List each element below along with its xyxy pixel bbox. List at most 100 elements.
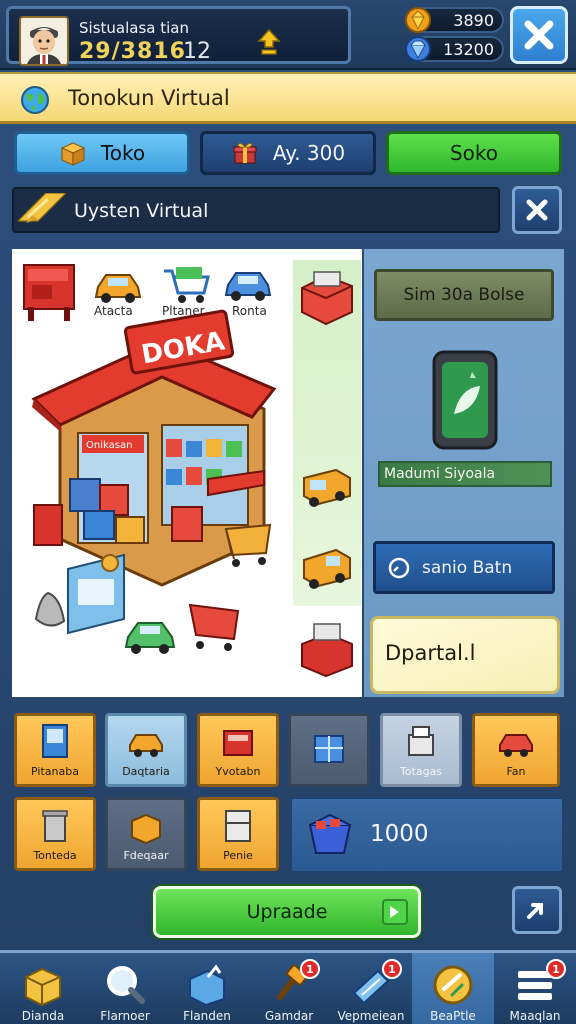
- item-card[interactable]: [430, 348, 500, 452]
- cart-icon: [224, 523, 272, 567]
- card-label: Madumi Siyoala: [378, 461, 552, 487]
- player-name: Sistualasa tian: [79, 19, 189, 37]
- item-tile-3-label: Yvotabn: [215, 765, 261, 778]
- nav-item-flanden[interactable]: Flanden: [166, 953, 248, 1024]
- nav-item-dianda[interactable]: Dianda: [2, 953, 84, 1024]
- nav-item-maaqlan[interactable]: Maaqlan 1: [494, 953, 576, 1024]
- player-avatar[interactable]: [19, 16, 69, 66]
- item-tile-5-label: Totagas: [399, 765, 443, 778]
- next-arrow-icon: [527, 903, 543, 919]
- arrow-right-icon: [382, 899, 408, 925]
- level-up-icon[interactable]: [257, 27, 281, 57]
- appliance-icon: [225, 810, 251, 842]
- leaf-card-icon: [432, 350, 498, 450]
- vending-icon: [42, 724, 68, 758]
- vehicle-label-1: Atacta: [94, 304, 133, 318]
- item-tile-1[interactable]: Pitanaba: [14, 713, 96, 787]
- upgrade-label: Upraade: [246, 901, 328, 923]
- item-tile-6[interactable]: Fan: [472, 713, 560, 787]
- item-tile-2[interactable]: Daqtaria: [105, 713, 187, 787]
- sim-bolse-button[interactable]: Sim 30a Bolse: [374, 269, 554, 321]
- box-icon: [60, 142, 86, 166]
- nav-label-beaptle: BeaPtle: [430, 1009, 476, 1023]
- item-tile-9[interactable]: Penie: [197, 797, 279, 871]
- close-icon: [526, 199, 548, 221]
- kiosk-item[interactable]: [296, 264, 358, 330]
- item-tile-8[interactable]: Fdeqaar: [105, 797, 187, 871]
- trolley-icon: [188, 603, 240, 651]
- food-truck-item[interactable]: [296, 452, 358, 518]
- upgrade-button[interactable]: Upraade: [153, 886, 421, 938]
- player-panel[interactable]: Sistualasa tian 29/3816 12: [6, 6, 351, 66]
- sanio-batn-label: sanio Batn: [422, 557, 513, 578]
- count-value: 1000: [370, 821, 429, 847]
- sack-icon: [34, 591, 66, 627]
- display-case-icon: [314, 735, 344, 763]
- van-icon: [303, 548, 351, 589]
- vending-machine-icon: [67, 553, 125, 635]
- item-tile-4[interactable]: [288, 713, 370, 787]
- trash-bin-icon: [42, 810, 68, 842]
- blue-gem-icon: [404, 34, 432, 64]
- tab-day-label: Ay. 300: [272, 141, 346, 165]
- nav-item-flarnoer[interactable]: Flarnoer: [84, 953, 166, 1024]
- page-title: Tonokun Virtual: [68, 86, 230, 110]
- tab-soko-label: Soko: [449, 141, 499, 165]
- gem-value: 13200: [443, 40, 494, 59]
- nav-item-vepmeiean[interactable]: Vepmeiean 1: [330, 953, 412, 1024]
- nav-label-maaqlan: Maaqlan: [509, 1009, 561, 1023]
- player-stat: 29/3816: [79, 39, 186, 64]
- shop-banner: Onikasan: [86, 440, 132, 451]
- nav-label-gamdar: Gamdar: [264, 1009, 314, 1023]
- cash-register-icon: [301, 623, 353, 678]
- nav-item-beaptle[interactable]: BeaPtle: [412, 953, 494, 1024]
- top-bar: Sistualasa tian 29/3816 12 3890 13200: [0, 0, 576, 70]
- system-close-button[interactable]: [512, 186, 562, 234]
- crate-icon: [131, 813, 161, 845]
- nav-label-dianda: Dianda: [21, 1009, 65, 1023]
- store-counter-icon: [223, 730, 253, 756]
- box-icon: [25, 967, 61, 1007]
- nav-item-gamdar[interactable]: Gamdar 1: [248, 953, 330, 1024]
- sanio-batn-button[interactable]: sanio Batn: [373, 541, 555, 594]
- close-icon: [524, 20, 554, 50]
- item-tile-3[interactable]: Yvotabn: [197, 713, 279, 787]
- orange-car-icon: [94, 274, 142, 303]
- coin-icon: [433, 965, 473, 1005]
- gold-resource-counter[interactable]: 3890: [405, 7, 504, 33]
- vehicle-label-3: Ronta: [232, 304, 267, 318]
- nav-label-flanden: Flanden: [183, 1009, 231, 1023]
- register-item[interactable]: [296, 618, 358, 684]
- notification-badge: 1: [546, 959, 566, 979]
- gift-icon: [233, 143, 257, 164]
- count-panel: 1000: [290, 797, 564, 873]
- notification-badge: 1: [300, 959, 320, 979]
- globe-icon: [18, 84, 52, 116]
- bottom-nav: Dianda Flarnoer Flanden Gamdar 1 Vepmeie…: [0, 950, 576, 1024]
- notification-badge: 1: [382, 959, 402, 979]
- tab-day[interactable]: Ay. 300: [200, 131, 376, 175]
- blue-car-icon: [224, 272, 272, 301]
- gold-gem-icon: [404, 5, 432, 35]
- green-car-icon: [124, 622, 176, 654]
- tab-toko[interactable]: Toko: [14, 131, 190, 175]
- note-card[interactable]: Dpartal.l: [370, 616, 560, 694]
- gold-value: 3890: [453, 11, 494, 30]
- gem-resource-counter[interactable]: 13200: [405, 36, 504, 62]
- next-button[interactable]: [512, 886, 562, 934]
- close-button[interactable]: [510, 6, 568, 64]
- item-tile-7-label: Tonteda: [33, 849, 77, 862]
- item-tile-9-label: Penie: [223, 849, 253, 862]
- car-icon: [129, 734, 163, 757]
- van-item[interactable]: [296, 530, 358, 600]
- crate-icon: [189, 964, 225, 1007]
- item-tile-5[interactable]: Totagas: [380, 713, 462, 787]
- shopping-cart-icon: [164, 267, 210, 303]
- tab-soko[interactable]: Soko: [386, 131, 562, 175]
- item-tile-7[interactable]: Tonteda: [14, 797, 96, 871]
- item-tile-1-label: Pitanaba: [31, 765, 79, 778]
- item-tile-8-label: Fdeqaar: [123, 849, 169, 862]
- register-icon: [408, 726, 434, 756]
- nav-label-vepmeiean: Vepmeiean: [337, 1009, 405, 1023]
- tab-toko-label: Toko: [100, 141, 146, 165]
